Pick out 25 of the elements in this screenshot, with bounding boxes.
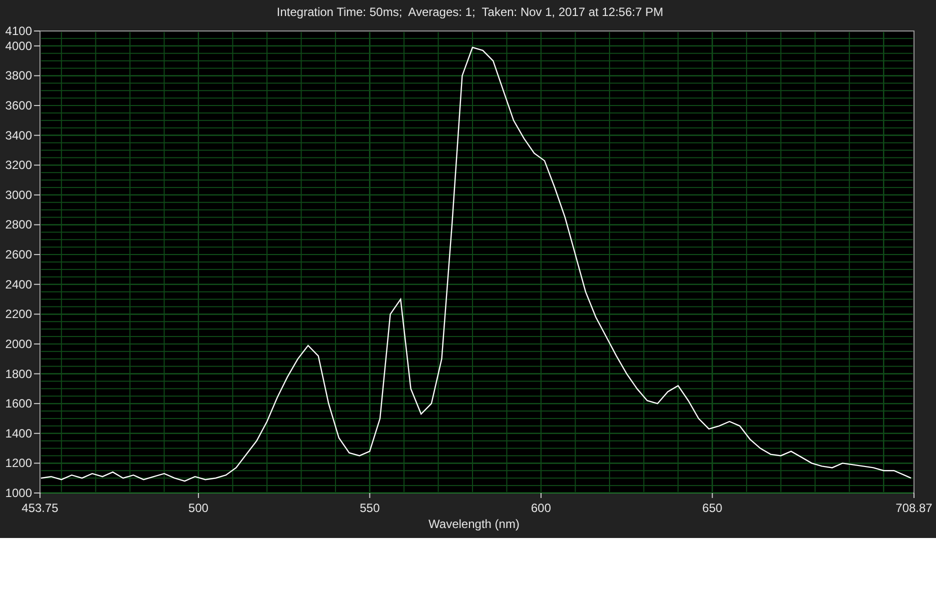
axis-tick-label: 3200 <box>5 158 32 172</box>
axis-tick-label: 2000 <box>5 336 32 351</box>
axis-tick-label: 500 <box>188 501 208 515</box>
axis-tick-label: 2600 <box>5 248 32 262</box>
axis-tick-label: 2800 <box>5 218 32 232</box>
axis-tick-label: 1000 <box>5 486 32 500</box>
axis-tick-label: 1200 <box>5 456 32 470</box>
axis-tick-label: 550 <box>360 501 380 515</box>
axis-tick-label: 600 <box>531 501 552 515</box>
axis-tick-label: 650 <box>702 501 722 515</box>
axis-tick-label: 2200 <box>5 307 32 322</box>
axis-tick-label: 1800 <box>5 366 32 381</box>
chart-title: Integration Time: 50ms; Averages: 1; Taken: Nov 1, 2017 at 12:56:7 PM <box>276 5 664 19</box>
axis-tick-label: 3600 <box>5 98 32 113</box>
axis-tick-label: 3800 <box>5 68 32 83</box>
axis-tick-label: 1600 <box>5 396 32 411</box>
axis-tick-label: 3000 <box>5 188 32 202</box>
axis-tick-label: 1400 <box>5 426 32 440</box>
axis-tick-label: 2400 <box>5 277 32 292</box>
axis-tick-label: 3400 <box>5 128 32 142</box>
axis-tick-label: 453.75 <box>22 501 58 515</box>
axis-tick-label: 708.87 <box>896 501 932 515</box>
axis-title: Wavelength (nm) <box>428 517 520 531</box>
axis-tick-label: 4000 <box>5 38 32 53</box>
axis-tick-label: 4100 <box>5 24 32 38</box>
